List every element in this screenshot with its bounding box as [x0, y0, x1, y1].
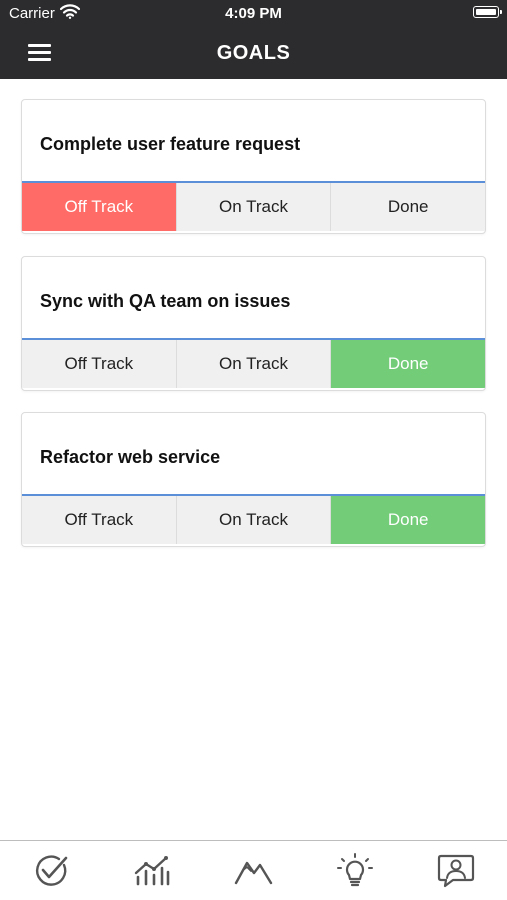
goal-card: Refactor web service Off Track On Track … [21, 412, 486, 547]
metrics-chart-icon[interactable] [132, 853, 172, 889]
off-track-button[interactable]: Off Track [22, 183, 177, 231]
goals-check-icon[interactable] [31, 853, 71, 889]
goal-status-selector: Off Track On Track Done [22, 181, 485, 233]
battery-icon [473, 6, 502, 18]
done-button[interactable]: Done [331, 183, 485, 231]
goal-title: Refactor web service [40, 447, 221, 467]
tab-bar [0, 840, 507, 900]
goal-title: Complete user feature request [40, 134, 301, 154]
off-track-button[interactable]: Off Track [22, 340, 177, 388]
nav-bar: GOALS [0, 28, 507, 79]
status-time: 4:09 PM [225, 5, 282, 22]
done-button[interactable]: Done [331, 340, 485, 388]
on-track-button[interactable]: On Track [176, 340, 332, 388]
off-track-button[interactable]: Off Track [22, 496, 177, 544]
goal-card: Sync with QA team on issues Off Track On… [21, 256, 486, 391]
status-bar: Carrier 4:09 PM [0, 0, 507, 28]
on-track-button[interactable]: On Track [176, 496, 332, 544]
feedback-person-icon[interactable] [436, 853, 476, 889]
goal-title: Sync with QA team on issues [40, 291, 291, 311]
mountain-icon[interactable] [233, 853, 273, 889]
done-button[interactable]: Done [331, 496, 485, 544]
goal-status-selector: Off Track On Track Done [22, 494, 485, 546]
page-title: GOALS [216, 42, 291, 64]
goal-card: Complete user feature request Off Track … [21, 99, 486, 234]
lightbulb-icon[interactable] [335, 853, 375, 889]
goal-status-selector: Off Track On Track Done [22, 338, 485, 390]
on-track-button[interactable]: On Track [176, 183, 332, 231]
